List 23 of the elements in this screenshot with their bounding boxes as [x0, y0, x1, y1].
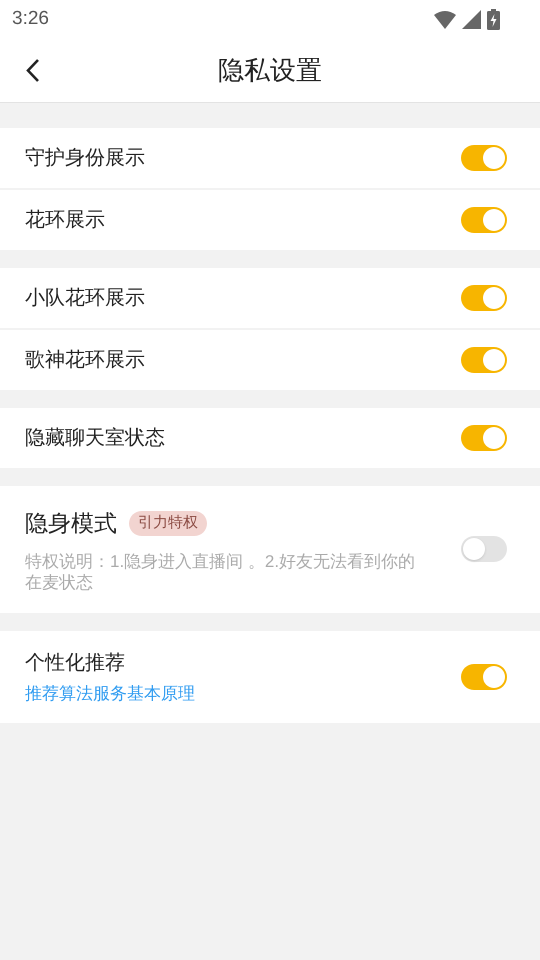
page-title: 隐私设置 — [218, 54, 322, 86]
toggle-switch[interactable] — [461, 425, 507, 451]
status-time: 3:26 — [12, 6, 49, 31]
toggle-switch[interactable] — [461, 145, 507, 171]
setting-label: 守护身份展示 — [25, 146, 145, 171]
info-link[interactable]: 推荐算法服务基本原理 — [25, 680, 195, 706]
setting-label: 隐藏聊天室状态 — [25, 426, 165, 451]
back-icon[interactable] — [25, 58, 41, 83]
setting-label: 小队花环展示 — [25, 286, 145, 311]
toggle-switch[interactable] — [461, 207, 507, 233]
setting-label: 歌神花环展示 — [25, 348, 145, 373]
signal-icon — [462, 10, 481, 28]
setting-label: 花环展示 — [25, 208, 105, 233]
wifi-icon — [434, 10, 456, 28]
toggle-switch[interactable] — [461, 285, 507, 311]
setting-label: 个性化推荐 — [25, 650, 125, 676]
toggle-switch[interactable] — [461, 664, 507, 690]
setting-description: 特权说明：1.隐身进入直播间 。2.好友无法看到你的在麦状态 — [25, 550, 416, 592]
toggle-switch[interactable] — [461, 536, 507, 562]
toggle-switch[interactable] — [461, 347, 507, 373]
privilege-badge: 引力特权 — [129, 511, 207, 536]
battery-icon — [487, 8, 500, 30]
setting-label: 隐身模式 — [25, 509, 117, 538]
